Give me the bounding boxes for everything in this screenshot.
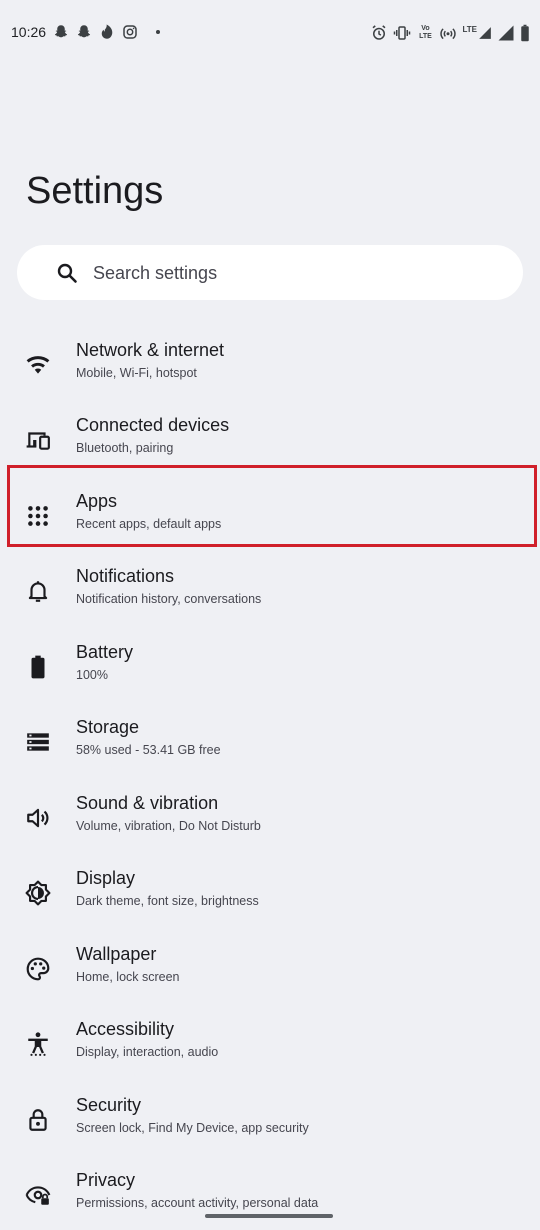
settings-item-subtitle: Volume, vibration, Do Not Disturb (76, 819, 261, 833)
settings-item-title: Sound & vibration (76, 793, 219, 813)
hotspot-icon (439, 24, 457, 42)
storage-icon (25, 729, 51, 755)
lock-icon (25, 1107, 51, 1133)
settings-item-subtitle: Home, lock screen (76, 970, 180, 984)
signal-icon (497, 24, 515, 42)
settings-item-wallpaper[interactable]: Wallpaper Home, lock screen (0, 936, 540, 1002)
settings-item-subtitle: Screen lock, Find My Device, app securit… (76, 1121, 309, 1135)
eye-icon (25, 1182, 51, 1208)
lte-signal-icon: LTE (462, 26, 492, 40)
settings-item-notifications[interactable]: Notifications Notification history, conv… (0, 558, 540, 624)
wifi-icon (25, 352, 51, 378)
status-bar: 10:26 Vo LTE LTE (0, 0, 540, 66)
palette-icon (25, 956, 51, 982)
snapchat-icon (75, 23, 93, 41)
instagram-icon (121, 23, 139, 41)
settings-item-subtitle: Display, interaction, audio (76, 1045, 219, 1059)
settings-item-subtitle: Notification history, conversations (76, 592, 262, 606)
settings-item-sound[interactable]: Sound & vibration Volume, vibration, Do … (0, 785, 540, 851)
search-icon (55, 261, 79, 285)
settings-item-title: Battery (76, 642, 134, 662)
gesture-nav-handle[interactable] (205, 1214, 333, 1218)
accessibility-icon (25, 1031, 51, 1057)
settings-item-subtitle: Mobile, Wi-Fi, hotspot (76, 366, 197, 380)
page-title: Settings (26, 170, 164, 212)
notification-dot (156, 30, 160, 34)
status-time: 10:26 (11, 24, 47, 40)
settings-item-subtitle: 58% used - 53.41 GB free (76, 743, 221, 757)
search-placeholder: Search settings (93, 263, 218, 283)
settings-item-display[interactable]: Display Dark theme, font size, brightnes… (0, 860, 540, 926)
settings-item-storage[interactable]: Storage 58% used - 53.41 GB free (0, 709, 540, 775)
settings-item-title: Storage (76, 717, 140, 737)
settings-item-subtitle: Bluetooth, pairing (76, 441, 174, 455)
settings-item-title: Notifications (76, 566, 175, 586)
settings-item-subtitle: Permissions, account activity, personal … (76, 1196, 319, 1210)
bell-icon (25, 578, 51, 604)
settings-item-connected-devices[interactable]: Connected devices Bluetooth, pairing (0, 407, 540, 473)
settings-item-title: Accessibility (76, 1019, 175, 1039)
settings-item-title: Privacy (76, 1170, 136, 1190)
apps-highlight-box (7, 465, 537, 547)
alarm-icon (370, 24, 388, 42)
snapchat-icon (52, 23, 70, 41)
search-bar[interactable]: Search settings (17, 245, 523, 300)
settings-item-title: Wallpaper (76, 944, 157, 964)
settings-item-accessibility[interactable]: Accessibility Display, interaction, audi… (0, 1011, 540, 1077)
settings-item-privacy[interactable]: Privacy Permissions, account activity, p… (0, 1162, 540, 1228)
brightness-icon (25, 880, 51, 906)
settings-item-title: Display (76, 868, 136, 888)
settings-item-network[interactable]: Network & internet Mobile, Wi-Fi, hotspo… (0, 332, 540, 398)
settings-item-title: Network & internet (76, 340, 225, 360)
settings-item-title: Security (76, 1095, 142, 1115)
settings-item-security[interactable]: Security Screen lock, Find My Device, ap… (0, 1087, 540, 1153)
settings-item-subtitle: Dark theme, font size, brightness (76, 894, 259, 908)
system-icons: Vo LTE LTE (370, 24, 530, 42)
vibrate-icon (393, 24, 411, 42)
tinder-icon (98, 23, 116, 41)
settings-item-title: Connected devices (76, 415, 230, 435)
settings-item-subtitle: 100% (76, 668, 108, 682)
devices-icon (25, 427, 51, 453)
speaker-icon (25, 805, 51, 831)
battery-icon (520, 24, 530, 42)
notification-icons (52, 23, 160, 41)
settings-item-battery[interactable]: Battery 100% (0, 634, 540, 700)
battery-icon (25, 654, 51, 680)
volte-icon: Vo LTE (419, 25, 432, 40)
